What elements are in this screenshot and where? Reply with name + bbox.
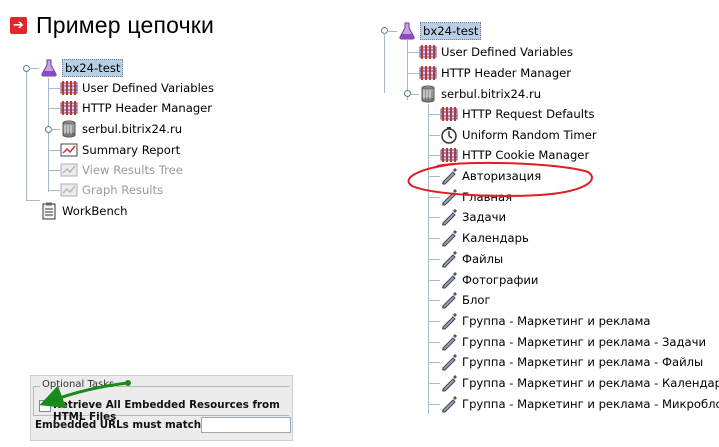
green-arrow-annotation [39,380,131,409]
green-arrow-tail [125,380,131,386]
green-arrow-icon [39,381,129,409]
